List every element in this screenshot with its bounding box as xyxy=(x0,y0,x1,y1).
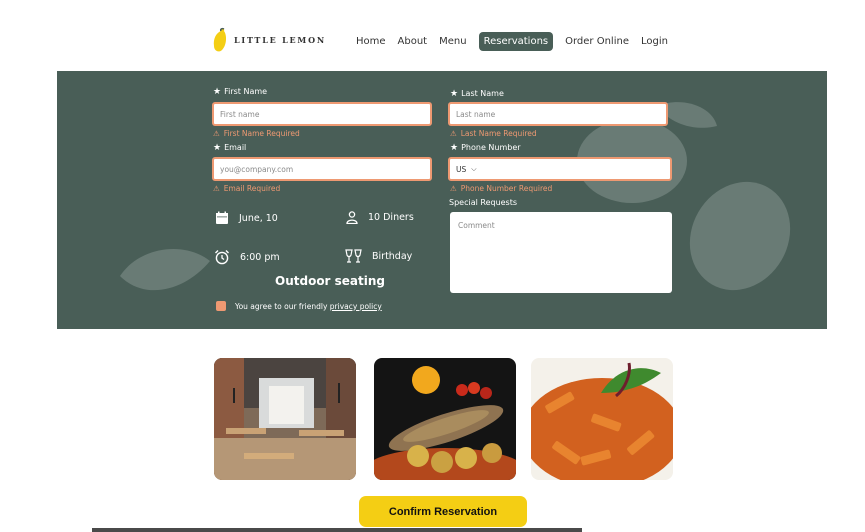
privacy-checkbox[interactable] xyxy=(216,301,226,311)
agree-text: You agree to our friendly xyxy=(235,301,328,311)
first-name-input[interactable]: First name xyxy=(212,102,432,126)
lemon-decoration-icon xyxy=(120,249,210,291)
nav-about[interactable]: About xyxy=(398,36,428,47)
occasion-value: Birthday xyxy=(372,251,413,262)
special-requests-textarea[interactable]: Comment xyxy=(450,212,672,293)
privacy-agreement: You agree to our friendly privacy policy xyxy=(216,301,382,311)
alarm-clock-icon xyxy=(215,250,229,265)
seating-option[interactable]: Outdoor seating xyxy=(275,274,385,288)
required-icon: ★ xyxy=(450,89,459,99)
privacy-policy-link[interactable]: privacy policy xyxy=(330,302,382,311)
nav-order-online[interactable]: Order Online xyxy=(565,36,629,47)
warning-icon: ⚠ xyxy=(450,184,457,193)
phone-input[interactable]: US ⌵ xyxy=(448,157,672,181)
date-detail[interactable]: June, 10 xyxy=(215,211,278,225)
nav-login[interactable]: Login xyxy=(641,36,668,47)
glasses-toast-icon xyxy=(345,249,362,263)
person-icon xyxy=(346,211,358,224)
required-icon: ★ xyxy=(213,143,222,153)
email-input[interactable]: you@company.com xyxy=(212,157,432,181)
email-error: ⚠ Email Required xyxy=(213,184,281,193)
main-nav: Home About Menu Reservations Order Onlin… xyxy=(356,32,680,51)
pasta-image xyxy=(531,358,673,480)
phone-label: ★ Phone Number xyxy=(450,143,521,153)
diners-value: 10 Diners xyxy=(368,212,414,223)
required-icon: ★ xyxy=(450,143,459,153)
nav-home[interactable]: Home xyxy=(356,36,386,47)
confirm-reservation-button[interactable]: Confirm Reservation xyxy=(359,496,527,527)
lemon-logo-icon xyxy=(213,27,227,52)
logo[interactable]: LITTLE LEMON xyxy=(212,27,326,53)
date-value: June, 10 xyxy=(239,212,278,224)
diners-detail[interactable]: 10 Diners xyxy=(346,211,414,224)
calendar-icon xyxy=(216,211,228,224)
time-value: 6:00 pm xyxy=(240,251,280,263)
warning-icon: ⚠ xyxy=(450,129,457,138)
grilled-fish-image xyxy=(374,358,516,480)
occasion-detail[interactable]: Birthday xyxy=(345,249,412,264)
reservation-form-panel: ★ First Name First name ⚠ First Name Requi… xyxy=(57,71,827,329)
first-name-label: ★ First Name xyxy=(213,87,268,97)
logo-text: LITTLE LEMON xyxy=(234,35,326,45)
phone-error: ⚠ Phone Number Required xyxy=(450,184,553,193)
first-name-error: ⚠ First Name Required xyxy=(213,129,300,138)
last-name-label: ★ Last Name xyxy=(450,89,504,99)
warning-icon: ⚠ xyxy=(213,129,220,138)
chevron-down-icon[interactable]: ⌵ xyxy=(471,165,476,174)
scrollbar[interactable] xyxy=(92,528,582,532)
required-icon: ★ xyxy=(213,87,222,97)
lemon-decoration-icon xyxy=(689,181,791,291)
warning-icon: ⚠ xyxy=(213,184,220,193)
restaurant-interior-image xyxy=(214,358,356,480)
time-detail[interactable]: 6:00 pm xyxy=(214,249,280,265)
special-requests-label: Special Requests xyxy=(449,198,518,207)
email-label: ★ Email xyxy=(213,143,247,153)
last-name-input[interactable]: Last name xyxy=(448,102,668,126)
nav-menu[interactable]: Menu xyxy=(439,36,466,47)
last-name-error: ⚠ Last Name Required xyxy=(450,129,537,138)
country-code[interactable]: US xyxy=(456,165,466,174)
nav-reservations[interactable]: Reservations xyxy=(478,32,554,51)
